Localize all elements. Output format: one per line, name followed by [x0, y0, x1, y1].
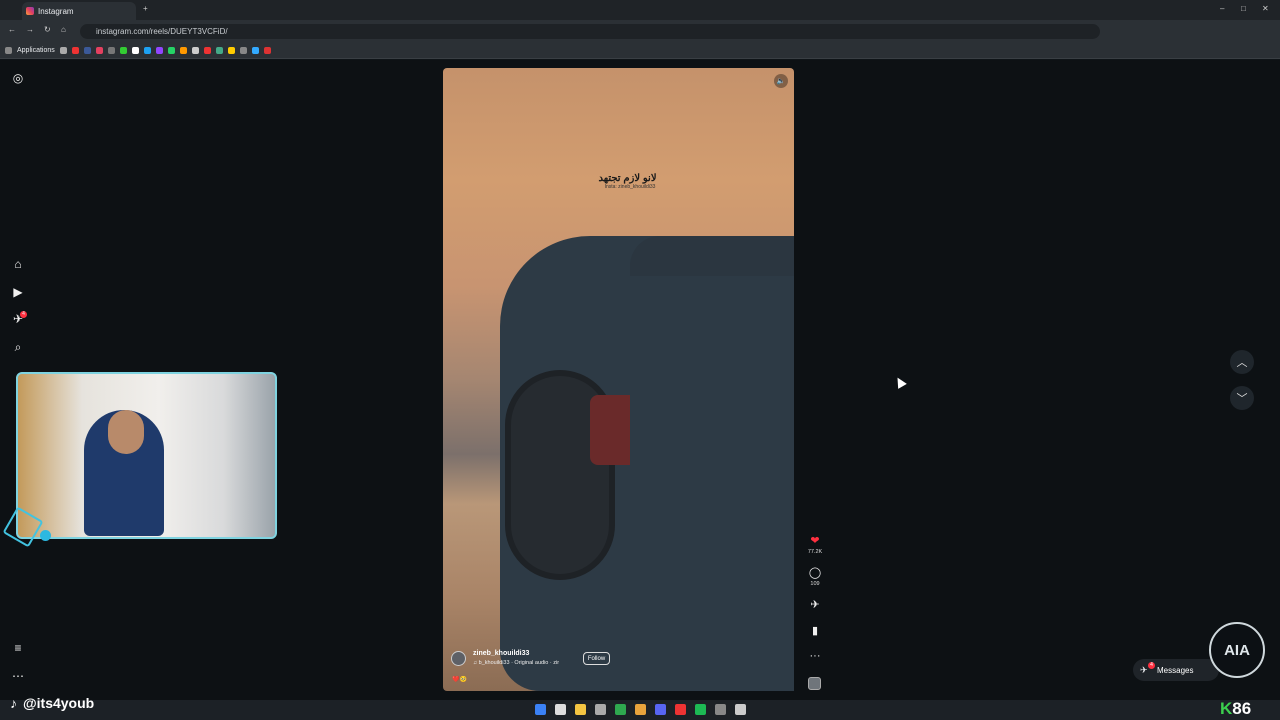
- reels-icon[interactable]: ▶: [11, 285, 25, 299]
- follow-button[interactable]: Follow: [583, 652, 610, 665]
- start-icon[interactable]: [535, 704, 546, 715]
- bookmark-icon[interactable]: [59, 46, 67, 54]
- bookmark-icon[interactable]: [179, 46, 187, 54]
- bookmark-icon[interactable]: [107, 46, 115, 54]
- store-icon[interactable]: [595, 704, 606, 715]
- spotify-icon[interactable]: [695, 704, 706, 715]
- url-input[interactable]: instagram.com/reels/DUEYT3VCFiD/: [80, 24, 1100, 39]
- audio-thumbnail[interactable]: [808, 677, 821, 690]
- file-explorer-icon[interactable]: [575, 704, 586, 715]
- bookmark-icon[interactable]: [227, 46, 235, 54]
- back-icon[interactable]: ←: [8, 25, 16, 34]
- app-icon[interactable]: [735, 704, 746, 715]
- bookmark-icon[interactable]: [71, 46, 79, 54]
- reel-overlay-credit: Insta: zineb_khouildi33: [604, 184, 656, 190]
- more-options-icon[interactable]: ···: [806, 650, 824, 662]
- browser-tab-bar: Instagram + – □ ✕: [0, 0, 1280, 20]
- bookmark-icon[interactable]: [263, 46, 271, 54]
- app-icon[interactable]: [675, 704, 686, 715]
- like-icon[interactable]: ❤: [806, 534, 824, 547]
- channel-logo-badge: AIA: [1209, 622, 1265, 678]
- apps-icon[interactable]: [5, 46, 12, 54]
- next-reel-button[interactable]: ﹀: [1230, 386, 1254, 410]
- home-icon[interactable]: ⌂: [11, 257, 25, 271]
- more-apps-icon[interactable]: ⋯: [11, 669, 25, 683]
- xbox-icon[interactable]: [615, 704, 626, 715]
- avatar[interactable]: [451, 651, 466, 666]
- bookmark-icon[interactable]: [239, 46, 247, 54]
- messages-badge: 4: [1148, 662, 1155, 669]
- counter-overlay: K86: [1220, 699, 1251, 719]
- tiktok-icon: ♪: [10, 695, 17, 711]
- menu-icon[interactable]: ≡: [11, 641, 25, 655]
- reel-username[interactable]: zineb_khouildi33: [473, 650, 529, 657]
- bookmark-icon[interactable]: [251, 46, 259, 54]
- bookmark-icon[interactable]: [119, 46, 127, 54]
- bookmark-icon[interactable]: [83, 46, 91, 54]
- tab-title: Instagram: [38, 6, 74, 16]
- streamer-handle: ♪ @its4youb: [10, 695, 94, 711]
- maximize-button[interactable]: □: [1241, 4, 1246, 13]
- bookmarks-applications[interactable]: Applications: [17, 47, 55, 54]
- like-count: 77.2K: [807, 549, 823, 555]
- new-tab-button[interactable]: +: [143, 4, 148, 13]
- bookmark-icon[interactable]: [155, 46, 163, 54]
- bookmark-icon[interactable]: [215, 46, 223, 54]
- bookmark-icon[interactable]: [95, 46, 103, 54]
- minimize-button[interactable]: –: [1220, 4, 1224, 13]
- bookmark-icon[interactable]: [143, 46, 151, 54]
- search-taskbar-icon[interactable]: [555, 704, 566, 715]
- previous-reel-button[interactable]: ︿: [1230, 350, 1254, 374]
- bookmark-icon[interactable]: [167, 46, 175, 54]
- messages-badge: 4: [20, 311, 27, 318]
- counter-k: K: [1220, 699, 1233, 718]
- home-browser-icon[interactable]: ⌂: [61, 25, 66, 34]
- instagram-favicon-icon: [26, 7, 34, 15]
- reel-overlay-text: لانو لازم تجتهد: [598, 173, 657, 184]
- taillight: [590, 395, 630, 465]
- car-spoiler: [630, 236, 794, 276]
- bookmarks-bar: Applications: [0, 42, 1280, 59]
- bookmark-icon[interactable]: [131, 46, 139, 54]
- share-icon[interactable]: ✈: [806, 598, 824, 611]
- comment-count: 109: [810, 581, 820, 587]
- bookmark-icon[interactable]: [191, 46, 199, 54]
- settings-icon[interactable]: [715, 704, 726, 715]
- reel-audio[interactable]: ♫ b_khouildi33 · Original audio · zir: [473, 660, 559, 666]
- close-window-button[interactable]: ✕: [1262, 4, 1269, 13]
- reload-icon[interactable]: ↻: [44, 25, 51, 34]
- bookmark-icon[interactable]: [203, 46, 211, 54]
- streamer-handle-text: @its4youb: [23, 695, 95, 711]
- reel-caption: ❤️🥺: [452, 677, 467, 683]
- comment-icon[interactable]: ◯: [806, 566, 824, 579]
- messages-label: Messages: [1157, 665, 1194, 675]
- streamer-head: [108, 410, 144, 454]
- save-icon[interactable]: ▮: [806, 624, 824, 637]
- tab-instagram[interactable]: Instagram: [22, 2, 136, 20]
- chrome-icon[interactable]: [635, 704, 646, 715]
- discord-icon[interactable]: [655, 704, 666, 715]
- search-icon[interactable]: ⌕: [11, 340, 25, 354]
- counter-value: 86: [1232, 699, 1252, 718]
- webcam-dot: [40, 530, 51, 541]
- instagram-logo-icon[interactable]: ◎: [11, 71, 25, 85]
- forward-icon[interactable]: →: [26, 25, 34, 34]
- mute-icon[interactable]: 🔈: [774, 74, 788, 88]
- messages-send-icon: ✈: [1140, 665, 1148, 675]
